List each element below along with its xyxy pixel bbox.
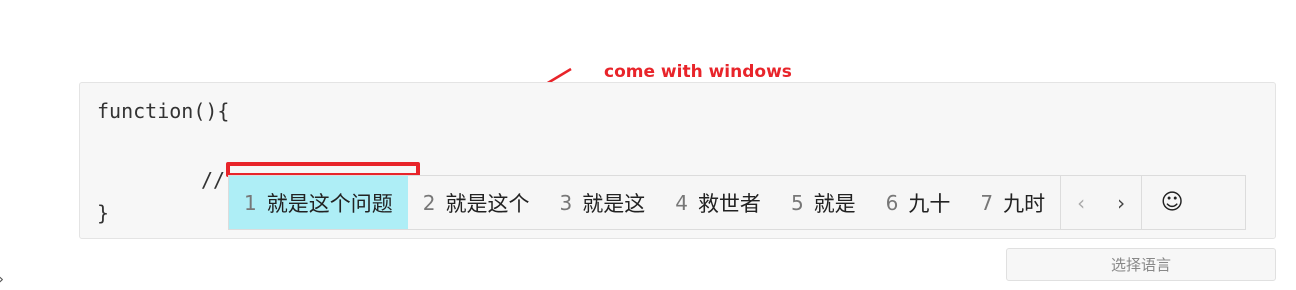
candidate-number: 4 (675, 190, 688, 215)
code-line-comment: // (201, 168, 226, 192)
candidate-number: 2 (422, 190, 436, 215)
candidate-text: 九时 (1003, 191, 1046, 216)
candidate-number: 6 (885, 190, 899, 215)
ime-candidate-5[interactable]: 5 就是 (776, 176, 871, 229)
ime-candidate-6[interactable]: 6 九十 (871, 176, 966, 229)
ime-next-page-button[interactable]: › (1101, 176, 1141, 229)
smiley-icon: ☺ (1160, 190, 1184, 215)
candidate-text: 就是 (813, 191, 856, 216)
candidate-number: 3 (559, 190, 573, 215)
select-language-button[interactable]: 选择语言 (1006, 248, 1276, 281)
chevron-right-icon: › (1117, 190, 1126, 215)
candidate-number: 5 (790, 190, 804, 215)
code-line-closing-brace: } (97, 201, 110, 225)
candidate-text: 救世者 (697, 191, 761, 216)
ime-candidate-bar: 1 就是这个问题 2 就是这个 3 就是这 4 救世者 5 就是 6 九十 7 … (228, 175, 1246, 230)
ime-candidate-2[interactable]: 2 就是这个 (408, 176, 545, 229)
annotation-label: come with windows (604, 62, 792, 82)
candidate-text: 就是这个问题 (266, 191, 393, 216)
candidate-text: 就是这个 (445, 191, 530, 216)
ime-candidate-4[interactable]: 4 救世者 (660, 176, 776, 229)
chevron-right-icon[interactable]: › (0, 270, 4, 288)
code-line-function: function(){ (97, 99, 230, 123)
ime-candidate-1[interactable]: 1 就是这个问题 (229, 176, 408, 229)
candidate-number: 7 (980, 190, 994, 215)
candidate-text: 九十 (908, 191, 951, 216)
candidate-text: 就是这 (582, 191, 646, 216)
ime-candidate-3[interactable]: 3 就是这 (544, 176, 660, 229)
ime-emoji-button[interactable]: ☺ (1142, 176, 1202, 229)
ime-candidate-7[interactable]: 7 九时 (965, 176, 1060, 229)
candidate-number: 1 (244, 190, 257, 215)
ime-prev-page-button[interactable]: ‹ (1061, 176, 1101, 229)
chevron-left-icon: ‹ (1077, 190, 1086, 215)
